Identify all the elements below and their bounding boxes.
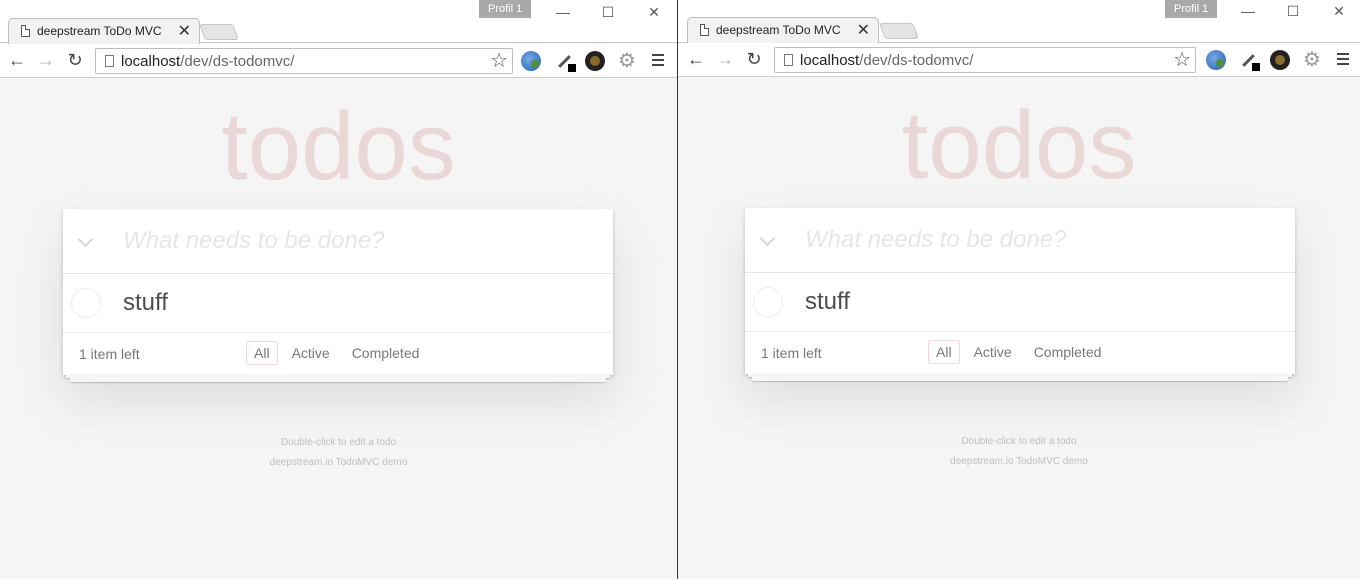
todo-label[interactable]: stuff — [805, 288, 850, 316]
chevron-down-icon[interactable] — [759, 230, 779, 250]
browser-window-right: deepstream ToDo MVC ✕ Profil 1 — ☐ ✕ ← →… — [678, 0, 1360, 579]
page-icon — [105, 55, 114, 67]
list-stack-shadow — [70, 378, 606, 382]
browser-toolbar: ← → ↻ localhost/dev/ds-todomvc/ ☆ ⚙ — [678, 43, 1360, 77]
document-icon — [21, 25, 30, 37]
title-bar: deepstream ToDo MVC ✕ Profil 1 — ☐ ✕ — [678, 0, 1360, 43]
browser-toolbar: ← → ↻ localhost/dev/ds-todomvc/ ☆ ⚙ — [0, 44, 677, 78]
todo-app: stuff 1 item left All Active Completed — [63, 209, 613, 375]
address-bar[interactable]: localhost/dev/ds-todomvc/ ☆ — [95, 48, 513, 74]
new-todo-input[interactable] — [805, 222, 1275, 258]
forward-button[interactable]: → — [714, 48, 736, 70]
app-heading: todos — [221, 93, 456, 200]
info-edit-hint: Double-click to edit a todo — [280, 437, 397, 448]
eyedropper-extension-icon[interactable] — [555, 51, 577, 73]
filter-active[interactable]: Active — [284, 341, 338, 365]
url-text: localhost/dev/ds-todomvc/ — [121, 53, 294, 70]
profile-badge[interactable]: Profil 1 — [1165, 0, 1218, 18]
todo-footer: 1 item left All Active Completed — [745, 332, 1295, 374]
camera-extension-icon[interactable] — [585, 51, 605, 71]
react-gear-extension-icon[interactable]: ⚙ — [617, 51, 637, 71]
react-gear-extension-icon[interactable]: ⚙ — [1302, 50, 1322, 70]
page-content: todos stuff 1 item left All Active Compl… — [678, 78, 1360, 579]
globe-extension-icon[interactable] — [1206, 50, 1226, 70]
chevron-down-icon[interactable] — [77, 231, 97, 251]
close-window-button[interactable]: ✕ — [639, 2, 669, 22]
maximize-button[interactable]: ☐ — [593, 2, 623, 22]
info-credit: deepstream.io TodoMVC demo — [950, 456, 1088, 467]
new-todo-row — [745, 208, 1295, 273]
todo-item[interactable]: stuff — [745, 273, 1295, 332]
url-host: localhost — [800, 52, 860, 69]
url-host: localhost — [121, 53, 181, 70]
back-button[interactable]: ← — [685, 48, 707, 70]
tab-close-icon[interactable]: ✕ — [857, 20, 870, 40]
page-icon — [784, 54, 793, 66]
filter-active[interactable]: Active — [966, 340, 1020, 364]
items-left-count: 1 item left — [761, 345, 822, 361]
tab-close-icon[interactable]: ✕ — [178, 21, 191, 41]
minimize-button[interactable]: — — [548, 2, 578, 22]
close-window-button[interactable]: ✕ — [1324, 1, 1354, 21]
page-content: todos stuff 1 item left All Active Compl… — [0, 79, 677, 579]
title-bar: deepstream ToDo MVC ✕ Profil 1 — ☐ ✕ — [0, 0, 677, 44]
todo-app: stuff 1 item left All Active Completed — [745, 208, 1295, 374]
todo-footer: 1 item left All Active Completed — [63, 333, 613, 375]
todo-toggle-checkbox[interactable] — [753, 287, 783, 317]
info-edit-hint: Double-click to edit a todo — [961, 436, 1077, 447]
browser-tab[interactable]: deepstream ToDo MVC ✕ — [8, 18, 200, 44]
forward-button[interactable]: → — [35, 49, 57, 71]
list-stack-shadow — [752, 377, 1288, 381]
menu-icon[interactable] — [1335, 49, 1353, 69]
globe-extension-icon[interactable] — [521, 51, 541, 71]
bookmark-star-icon[interactable]: ☆ — [1173, 49, 1191, 71]
url-path: /dev/ds-todomvc/ — [859, 52, 974, 69]
url-path: /dev/ds-todomvc/ — [180, 53, 295, 70]
todo-item[interactable]: stuff — [63, 274, 613, 333]
minimize-button[interactable]: — — [1233, 1, 1263, 21]
items-left-count: 1 item left — [79, 346, 140, 362]
url-text: localhost/dev/ds-todomvc/ — [800, 52, 973, 69]
filters: All Active Completed — [925, 340, 1112, 364]
tab-title: deepstream ToDo MVC — [716, 23, 841, 37]
app-heading: todos — [901, 92, 1137, 199]
tab-title: deepstream ToDo MVC — [37, 24, 162, 38]
profile-badge[interactable]: Profil 1 — [479, 0, 532, 18]
address-bar[interactable]: localhost/dev/ds-todomvc/ ☆ — [774, 47, 1196, 73]
info-credit: deepstream.io TodoMVC demo — [269, 457, 408, 468]
camera-extension-icon[interactable] — [1270, 50, 1290, 70]
browser-window-left: deepstream ToDo MVC ✕ Profil 1 — ☐ ✕ ← →… — [0, 0, 677, 579]
todo-toggle-checkbox[interactable] — [71, 288, 101, 318]
filter-all[interactable]: All — [246, 341, 278, 365]
document-icon — [700, 24, 709, 36]
maximize-button[interactable]: ☐ — [1278, 1, 1308, 21]
new-todo-row — [63, 209, 613, 274]
filter-completed[interactable]: Completed — [1026, 340, 1110, 364]
back-button[interactable]: ← — [6, 49, 28, 71]
menu-icon[interactable] — [650, 50, 668, 70]
browser-tab[interactable]: deepstream ToDo MVC ✕ — [687, 17, 879, 43]
filters: All Active Completed — [243, 341, 430, 365]
reload-button[interactable]: ↻ — [64, 49, 86, 71]
filter-completed[interactable]: Completed — [344, 341, 428, 365]
new-tab-button[interactable] — [199, 24, 239, 40]
new-todo-input[interactable] — [123, 223, 593, 259]
filter-all[interactable]: All — [928, 340, 960, 364]
todo-label[interactable]: stuff — [123, 289, 168, 317]
new-tab-button[interactable] — [879, 23, 919, 39]
eyedropper-extension-icon[interactable] — [1239, 50, 1261, 72]
reload-button[interactable]: ↻ — [743, 48, 765, 70]
bookmark-star-icon[interactable]: ☆ — [490, 50, 508, 72]
